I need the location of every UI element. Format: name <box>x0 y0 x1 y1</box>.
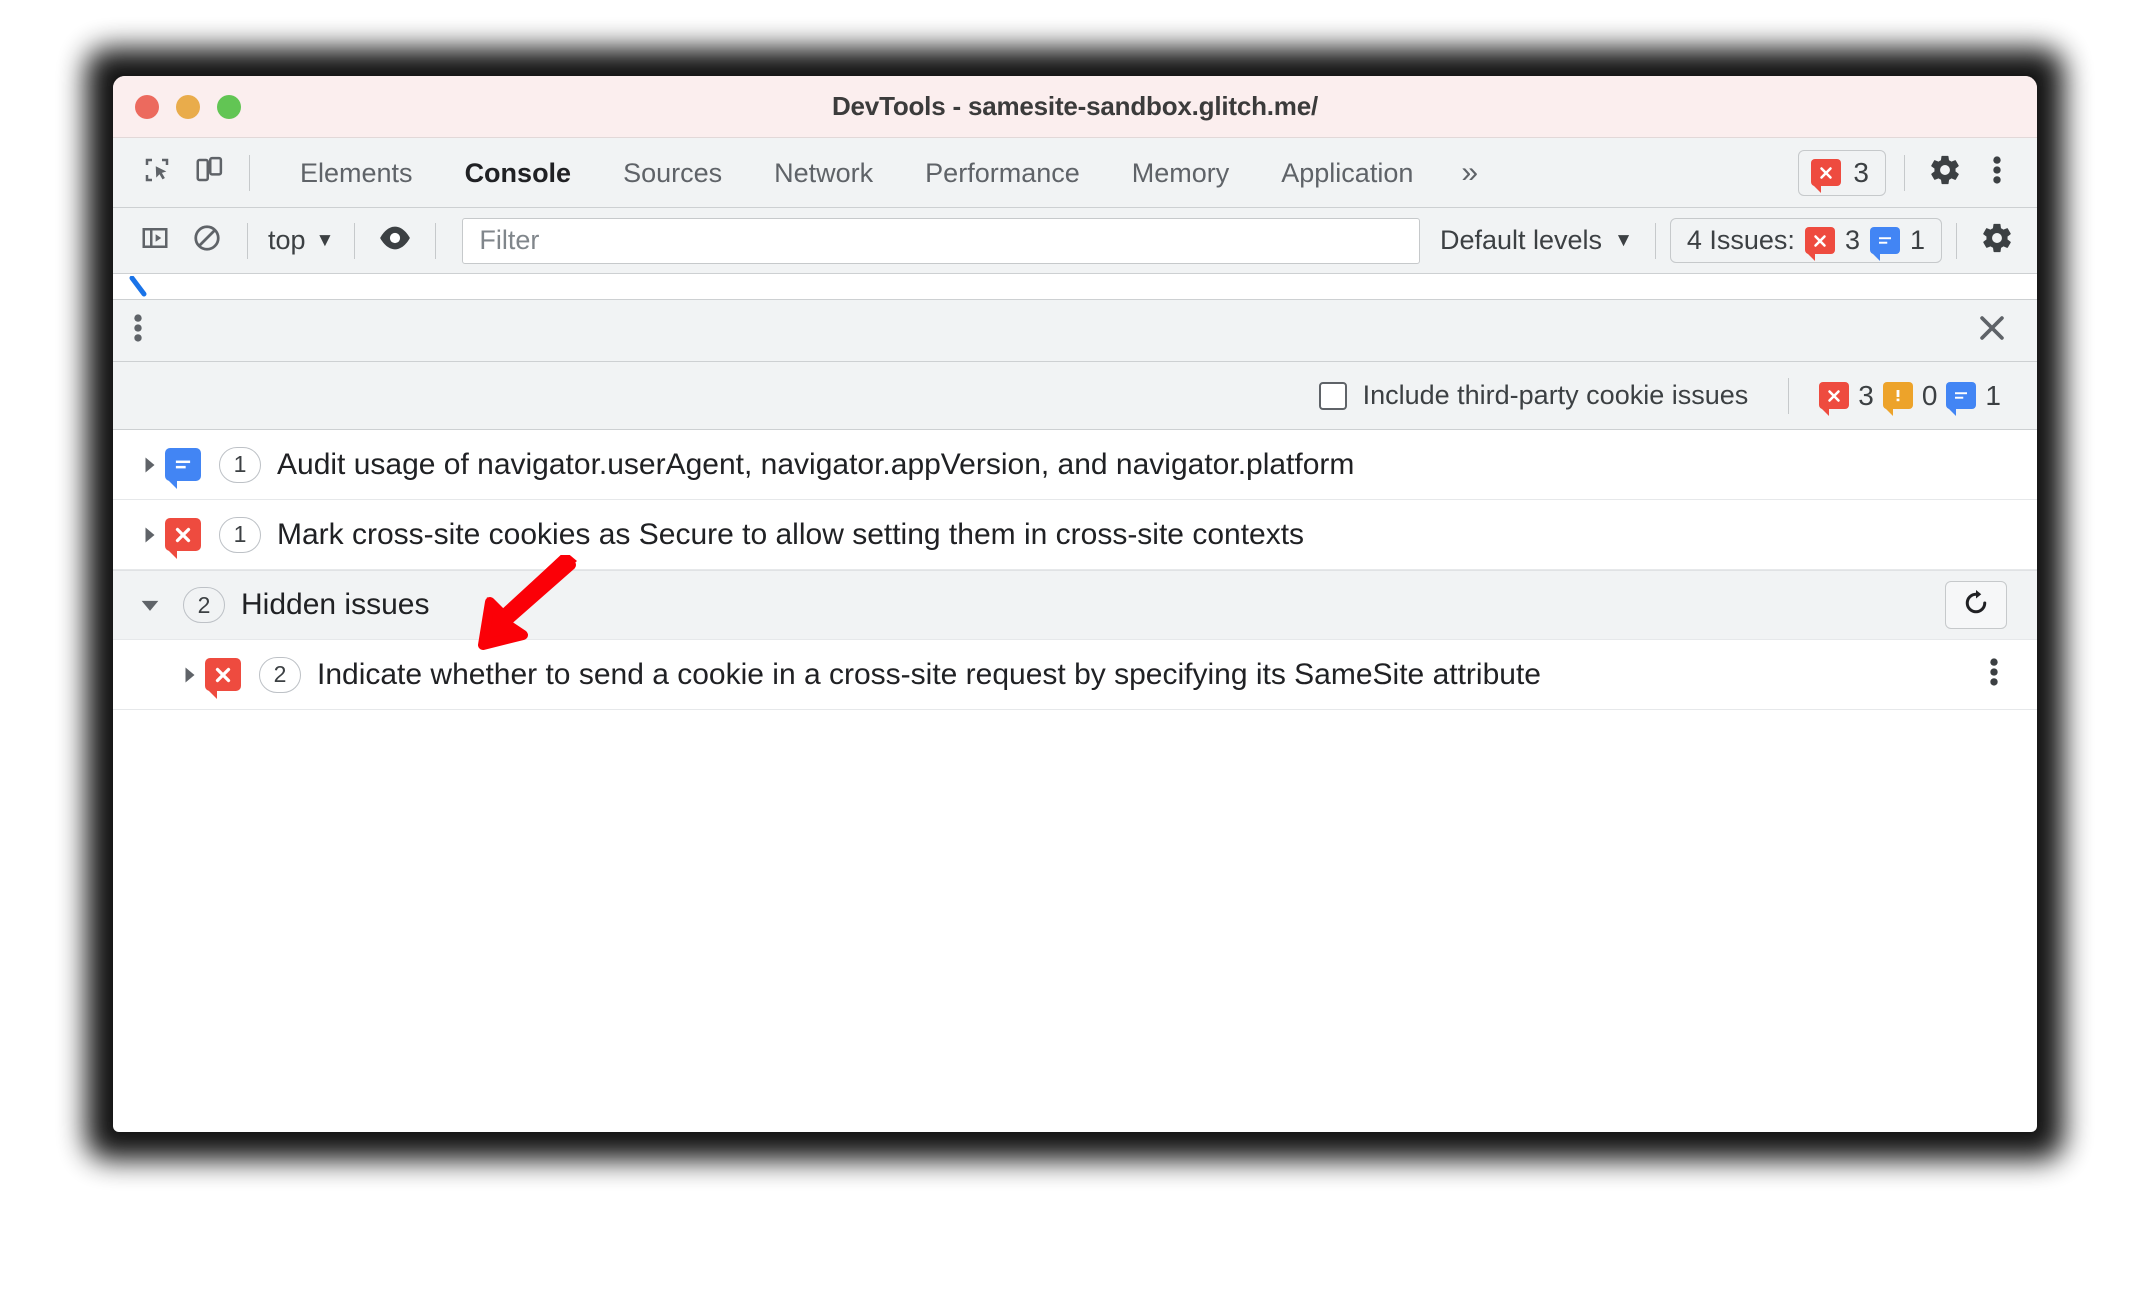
warning-bubble-icon <box>1882 382 1913 416</box>
filterbar-divider-1 <box>247 222 248 259</box>
hidden-issues-label: Hidden issues <box>241 588 430 621</box>
device-toolbar-button[interactable] <box>183 147 235 199</box>
issue-counts: 3 0 1 <box>1819 379 2001 416</box>
issue-title: Audit usage of navigator.userAgent, navi… <box>277 447 1355 481</box>
panel-tabs: Elements Console Sources Network Perform… <box>274 138 1500 207</box>
tab-sources[interactable]: Sources <box>597 138 748 208</box>
titlebar: DevTools - samesite-sandbox.glitch.me/ <box>113 76 2037 138</box>
gear-icon <box>1928 153 1962 192</box>
issue-row[interactable]: 1 Audit usage of navigator.userAgent, na… <box>113 430 2037 500</box>
tab-performance[interactable]: Performance <box>899 138 1106 208</box>
third-party-warning-count: 0 <box>1921 379 1938 411</box>
console-prompt-caret-icon <box>129 275 151 298</box>
filterbar-divider-2 <box>354 222 356 259</box>
expand-triangle-icon[interactable] <box>135 456 165 474</box>
issue-count-pill: 1 <box>219 516 261 553</box>
kebab-menu-icon <box>1992 153 2002 192</box>
error-bubble-icon <box>1811 159 1842 193</box>
refresh-icon <box>1961 588 1991 623</box>
execution-context-selector[interactable]: top ▼ <box>262 225 340 256</box>
unhide-all-issues-button[interactable] <box>1945 581 2007 629</box>
chevron-down-icon: ▼ <box>1614 229 1633 251</box>
devtools-more-button[interactable] <box>1971 147 2023 199</box>
issues-error-count: 3 <box>1844 225 1860 255</box>
drawer-menu-button[interactable] <box>133 311 143 350</box>
issues-info-count: 1 <box>1909 225 1925 255</box>
filterbar-divider-4 <box>1654 222 1656 259</box>
screenshot-root: DevTools - samesite-sandbox.glitch.me/ E… <box>0 0 2150 1312</box>
chevron-down-icon: ▼ <box>315 229 335 251</box>
console-prompt-strip <box>113 274 2037 300</box>
window-title: DevTools - samesite-sandbox.glitch.me/ <box>831 91 1319 121</box>
issue-row[interactable]: 1 Mark cross-site cookies as Secure to a… <box>113 500 2037 570</box>
error-count-badge[interactable]: 3 <box>1798 149 1886 196</box>
tab-console[interactable]: Console <box>439 138 598 208</box>
devtools-tabbar: Elements Console Sources Network Perform… <box>113 138 2037 208</box>
console-filter-input[interactable]: Filter <box>462 217 1420 264</box>
drawer-close-button[interactable] <box>1975 311 2009 350</box>
error-count-value: 3 <box>1853 156 1869 188</box>
error-bubble-icon <box>1804 227 1835 261</box>
live-expression-button[interactable] <box>369 215 421 267</box>
execution-context-value: top <box>268 225 306 255</box>
third-party-filter-row: Include third-party cookie issues 3 0 1 <box>113 362 2037 430</box>
tabbar-divider-right <box>1904 154 1905 191</box>
error-bubble-icon <box>1819 382 1850 416</box>
tab-elements[interactable]: Elements <box>274 138 439 208</box>
clear-console-button[interactable] <box>181 215 233 267</box>
hidden-issue-count-pill: 2 <box>259 656 301 693</box>
console-settings-button[interactable] <box>1971 215 2023 267</box>
info-bubble-icon <box>165 448 201 489</box>
hidden-issue-row[interactable]: 2 Indicate whether to send a cookie in a… <box>113 640 2037 710</box>
issues-counter-badge[interactable]: 4 Issues: 3 1 <box>1669 218 1942 263</box>
filterbar-divider-5 <box>1956 222 1957 259</box>
tabbar-divider <box>249 154 250 191</box>
collapse-triangle-icon[interactable] <box>135 595 165 615</box>
clear-console-icon <box>192 223 222 258</box>
inspect-element-icon <box>142 155 172 190</box>
console-filter-toolbar: top ▼ Filter Default levels ▼ 4 Issues: … <box>113 208 2037 274</box>
console-sidebar-toggle-button[interactable] <box>129 215 181 267</box>
drawer-tabbar <box>113 300 2037 362</box>
tab-memory[interactable]: Memory <box>1106 138 1256 208</box>
inspect-element-button[interactable] <box>131 147 183 199</box>
error-bubble-icon <box>165 518 201 559</box>
devtools-window: DevTools - samesite-sandbox.glitch.me/ E… <box>113 76 2037 1132</box>
console-sidebar-icon <box>140 223 170 258</box>
hidden-issue-menu-button[interactable] <box>1989 655 1999 694</box>
thirdparty-divider <box>1788 377 1790 414</box>
include-third-party-label: Include third-party cookie issues <box>1362 380 1749 410</box>
third-party-error-count: 3 <box>1858 379 1874 411</box>
devtools-settings-button[interactable] <box>1919 147 1971 199</box>
log-levels-label: Default levels <box>1439 225 1603 255</box>
more-tabs-icon[interactable]: » <box>1439 138 1500 208</box>
log-levels-selector[interactable]: Default levels ▼ <box>1432 225 1641 256</box>
device-toolbar-icon <box>194 155 224 190</box>
third-party-info-count: 1 <box>1985 379 2001 411</box>
info-bubble-icon <box>1946 382 1977 416</box>
expand-triangle-icon[interactable] <box>175 666 205 684</box>
info-bubble-icon <box>1869 227 1900 261</box>
expand-triangle-icon[interactable] <box>135 526 165 544</box>
include-third-party-checkbox[interactable] <box>1318 381 1347 410</box>
error-bubble-icon <box>205 658 241 699</box>
tab-network[interactable]: Network <box>748 138 899 208</box>
issue-count-pill: 1 <box>219 446 261 483</box>
live-expression-eye-icon <box>378 223 412 258</box>
filterbar-divider-3 <box>435 222 437 259</box>
hidden-issues-group-header[interactable]: 2 Hidden issues <box>113 570 2037 640</box>
issue-title: Mark cross-site cookies as Secure to all… <box>277 517 1305 551</box>
hidden-issue-title: Indicate whether to send a cookie in a c… <box>317 657 1541 691</box>
tab-application[interactable]: Application <box>1255 138 1439 208</box>
hidden-issues-count-pill: 2 <box>183 587 225 623</box>
gear-icon <box>1980 221 2014 260</box>
issues-counter-label: 4 Issues: <box>1686 225 1795 255</box>
